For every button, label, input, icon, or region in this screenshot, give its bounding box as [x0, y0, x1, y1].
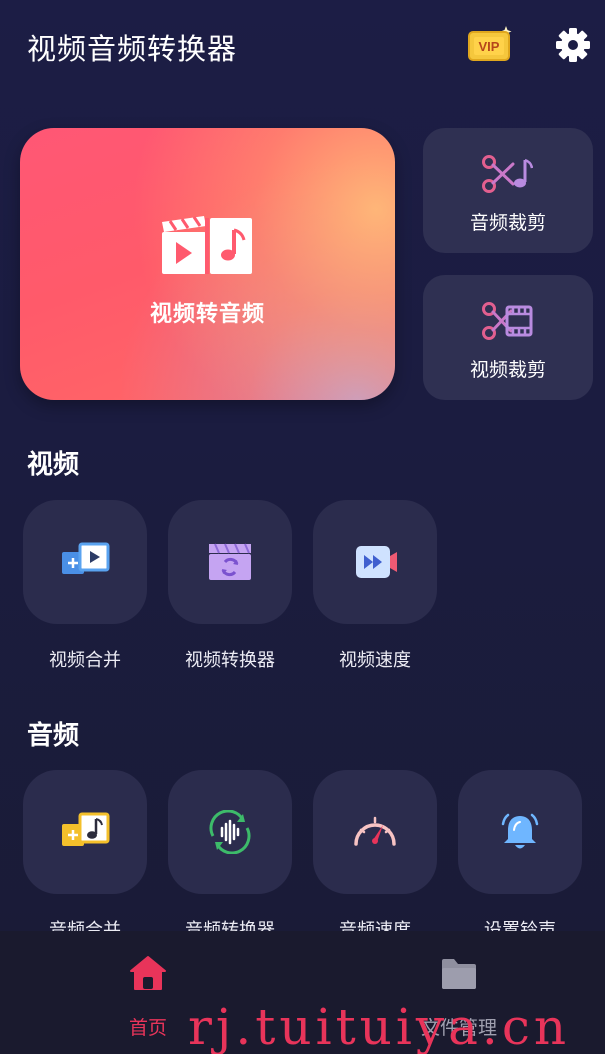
- audio-convert-icon: [209, 810, 251, 854]
- watermark-text: rj.tuituiya.cn: [188, 998, 571, 1054]
- set-ringtone-tool[interactable]: 设置铃声: [458, 770, 582, 941]
- audio-merge-icon: [62, 812, 110, 846]
- tool-box: [23, 500, 147, 624]
- app-root: 视频音频转换器 VIP 视频转音频 音频裁剪 视频裁剪 视频 视频合并 视频转换…: [0, 0, 605, 1054]
- audio-convert-tool[interactable]: 音频转换器: [168, 770, 292, 941]
- bell-icon: [501, 813, 539, 849]
- side-card-label: 视频裁剪: [469, 359, 546, 381]
- tool-box: [313, 500, 437, 624]
- tool-box: [168, 770, 292, 894]
- header: 视频音频转换器 VIP: [0, 0, 605, 90]
- folder-icon: [442, 959, 476, 989]
- audio-cut-icon: [482, 155, 533, 193]
- tool-label: 视频速度: [339, 650, 411, 671]
- tool-box: [458, 770, 582, 894]
- audio-cut-card[interactable]: 音频裁剪: [423, 128, 593, 253]
- audio-speed-tool[interactable]: 音频速度: [313, 770, 437, 941]
- tool-box: [313, 770, 437, 894]
- vip-button[interactable]: VIP: [466, 24, 514, 64]
- video-cut-icon: [482, 302, 533, 340]
- audio-speed-icon: [354, 816, 396, 846]
- home-icon: [130, 956, 166, 990]
- side-card-label: 音频裁剪: [469, 212, 546, 234]
- tool-label: 视频合并: [49, 650, 121, 671]
- video-merge-tool[interactable]: 视频合并: [23, 500, 147, 671]
- video-speed-icon: [356, 546, 397, 578]
- tool-label: 视频转换器: [185, 650, 275, 671]
- video-convert-icon: [209, 543, 251, 580]
- audio-merge-tool[interactable]: 音频合并: [23, 770, 147, 941]
- tool-box: [23, 770, 147, 894]
- gear-icon: [556, 28, 590, 62]
- video-to-audio-icon: [162, 216, 252, 274]
- tool-box: [168, 500, 292, 624]
- settings-button[interactable]: [553, 25, 593, 65]
- section-title-video: 视频: [27, 450, 80, 480]
- section-title-audio: 音频: [27, 721, 80, 751]
- app-title: 视频音频转换器: [27, 32, 238, 66]
- video-speed-tool[interactable]: 视频速度: [313, 500, 437, 671]
- video-to-audio-card[interactable]: 视频转音频: [20, 128, 395, 400]
- vip-label: VIP: [479, 39, 500, 54]
- video-convert-tool[interactable]: 视频转换器: [168, 500, 292, 671]
- vip-badge-icon: VIP: [468, 26, 512, 61]
- video-merge-icon: [62, 542, 110, 574]
- hero-label: 视频转音频: [149, 302, 265, 327]
- video-cut-card[interactable]: 视频裁剪: [423, 275, 593, 400]
